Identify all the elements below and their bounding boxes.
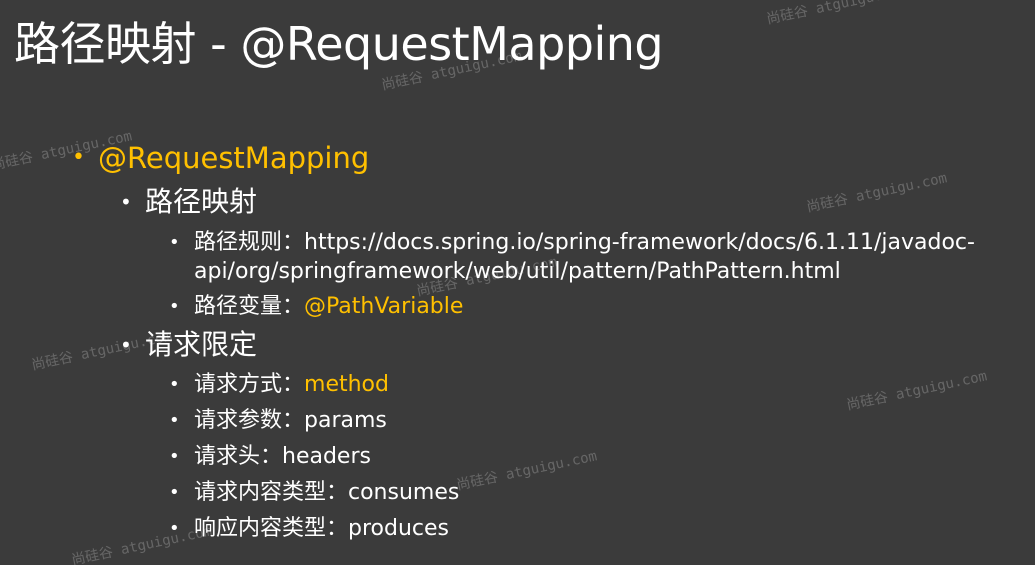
bullet-response-produces: • 响应内容类型：produces: [169, 514, 449, 543]
bullet-text: 请求头：headers: [194, 444, 371, 469]
bullet-request-headers: • 请求头：headers: [169, 442, 371, 471]
bullet-dot: •: [120, 190, 132, 214]
slide-title: 路径映射 - @RequestMapping: [14, 17, 664, 71]
bullet-text: 路径变量：@PathVariable: [194, 294, 463, 319]
watermark: 尚硅谷 atguigu.com: [455, 448, 599, 494]
bullet-request-consumes: • 请求内容类型：consumes: [169, 478, 459, 507]
bullet-text: 路径映射: [145, 185, 258, 218]
bullet-text: 请求内容类型：consumes: [194, 480, 460, 505]
bullet-label: 路径变量：: [194, 294, 305, 319]
bullet-dot: •: [169, 482, 180, 503]
bullet-request-method: • 请求方式：method: [169, 370, 389, 399]
bullet-text: 路径规则：https://docs.spring.io/spring-frame…: [194, 230, 975, 284]
bullet-dot: •: [169, 232, 180, 253]
bullet-dot: •: [169, 518, 180, 539]
bullet-dot: •: [169, 296, 180, 317]
bullet-dot: •: [120, 333, 132, 357]
bullet-value: method: [304, 372, 389, 397]
slide: 尚硅谷 atguigu.com 尚硅谷 atguigu.com 尚硅谷 atgu…: [0, 0, 1035, 565]
bullet-dot: •: [169, 410, 180, 431]
bullet-text: 响应内容类型：produces: [194, 516, 449, 541]
bullet-dot: •: [169, 446, 180, 467]
bullet-text: 请求限定: [145, 328, 258, 361]
watermark: 尚硅谷 atguigu.com: [765, 0, 909, 28]
bullet-dot: •: [169, 374, 180, 395]
bullet-path-rule: • 路径规则：https://docs.spring.io/spring-fra…: [169, 228, 1024, 286]
bullet-label: 请求方式：: [194, 372, 305, 397]
bullet-request-params: • 请求参数：params: [169, 406, 387, 435]
bullet-request-mapping: • @RequestMapping: [72, 139, 369, 177]
bullet-path-variable: • 路径变量：@PathVariable: [169, 292, 463, 321]
bullet-text: 请求参数：params: [194, 408, 387, 433]
bullet-dot: •: [72, 145, 85, 170]
bullet-path-mapping: • 路径映射: [120, 184, 257, 220]
bullet-value: @PathVariable: [304, 294, 464, 319]
watermark: 尚硅谷 atguigu.com: [805, 170, 949, 216]
bullet-text: @RequestMapping: [98, 141, 370, 175]
watermark: 尚硅谷 atguigu.com: [845, 368, 989, 414]
bullet-text: 请求方式：method: [194, 372, 389, 397]
bullet-request-constraints: • 请求限定: [120, 327, 257, 363]
